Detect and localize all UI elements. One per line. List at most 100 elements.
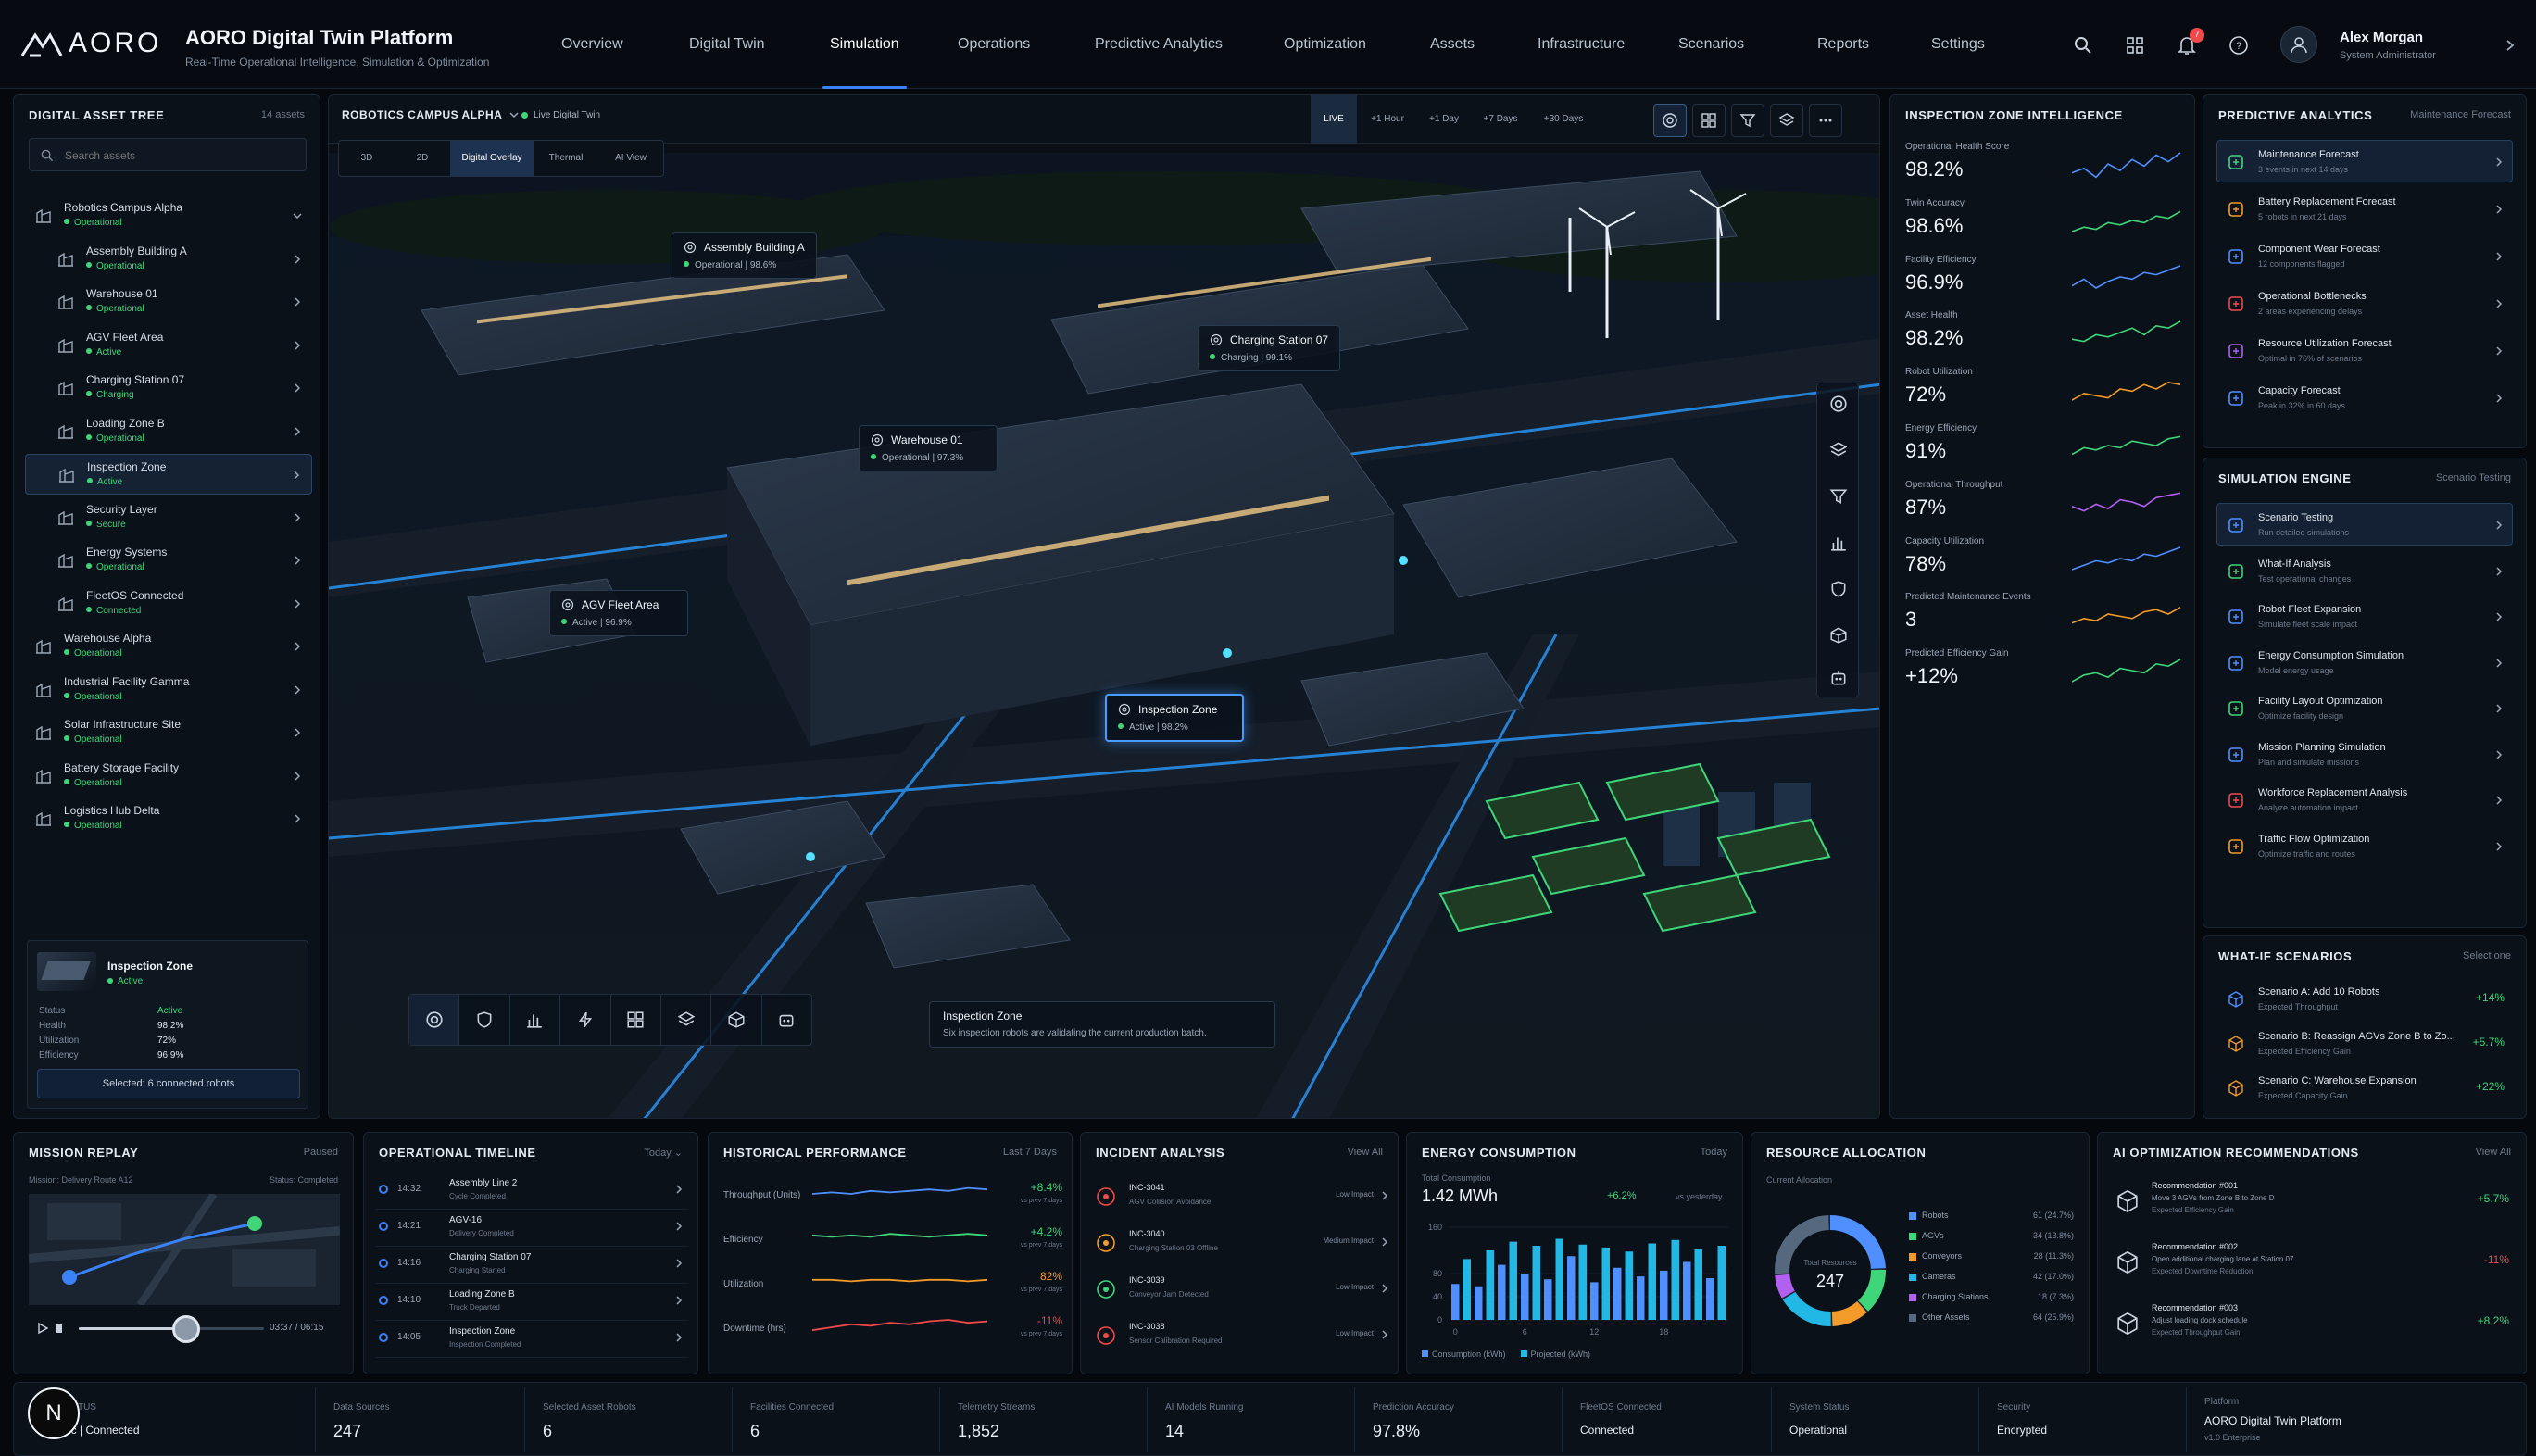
sim-item[interactable]: Mission Planning Simulation Plan and simu…: [2216, 733, 2513, 775]
nav-assets[interactable]: Assets: [1430, 0, 1475, 89]
view-tab[interactable]: Thermal: [534, 141, 598, 176]
incident-item[interactable]: INC-3040 Charging Station 03 Offline Mediu…: [1092, 1222, 1390, 1264]
timeline-item[interactable]: 14:05 Inspection Zone Inspection Completed: [375, 1324, 688, 1359]
view-tab[interactable]: 2D: [395, 141, 450, 176]
time-button[interactable]: +30 Days: [1531, 95, 1596, 144]
user-avatar[interactable]: [2280, 26, 2317, 63]
view-tab[interactable]: AI View: [598, 141, 663, 176]
chevron-right-icon[interactable]: [2493, 204, 2505, 215]
time-button[interactable]: +1 Hour: [1357, 95, 1418, 144]
layers-icon[interactable]: [1829, 441, 1848, 459]
location-dropdown[interactable]: ROBOTICS CAMPUS ALPHA: [342, 108, 519, 121]
chevron-right-icon[interactable]: [2493, 520, 2505, 531]
asset-label-tag[interactable]: Charging Station 07 Charging | 99.1%: [1198, 325, 1341, 371]
ai-recommendation[interactable]: Recommendation #003 Adjust loading dock s…: [2111, 1298, 2515, 1353]
target-tool[interactable]: [409, 995, 460, 1045]
chevron-right-icon[interactable]: [292, 512, 303, 523]
chevron-right-icon[interactable]: [1379, 1329, 1390, 1340]
incident-item[interactable]: INC-3039 Conveyor Jam Detected Low Impact: [1092, 1268, 1390, 1311]
energy-range[interactable]: Today: [1701, 1147, 1727, 1158]
filter-button[interactable]: [1731, 104, 1764, 137]
chevron-right-icon[interactable]: [2493, 611, 2505, 622]
grid-tool[interactable]: [611, 995, 661, 1045]
chevron-right-icon[interactable]: [292, 813, 303, 824]
predictive-item[interactable]: Component Wear Forecast 12 components fla…: [2216, 234, 2513, 277]
predictive-item[interactable]: Capacity Forecast Peak in 32% in 60 days: [2216, 376, 2513, 419]
layers-tool[interactable]: [661, 995, 712, 1045]
whatif-item[interactable]: Scenario C: Warehouse Expansion Expected …: [2216, 1066, 2513, 1109]
chevron-right-icon[interactable]: [1379, 1283, 1390, 1294]
cube-tool[interactable]: [711, 995, 762, 1045]
nav-predictive-analytics[interactable]: Predictive Analytics: [1095, 0, 1223, 89]
nav-optimization[interactable]: Optimization: [1284, 0, 1366, 89]
nav-settings[interactable]: Settings: [1931, 0, 1985, 89]
timeline-filter[interactable]: Today ⌄: [644, 1147, 683, 1159]
ai-recommendation[interactable]: Recommendation #001 Move 3 AGVs from Zone…: [2111, 1175, 2515, 1231]
predictive-item[interactable]: Resource Utilization Forecast Optimal in …: [2216, 329, 2513, 371]
nav-digital-twin[interactable]: Digital Twin: [689, 0, 765, 89]
tree-item[interactable]: Assembly Building A Operational: [25, 239, 312, 280]
whatif-item[interactable]: Scenario A: Add 10 Robots Expected Throug…: [2216, 977, 2513, 1020]
chevron-right-icon[interactable]: [2493, 703, 2505, 714]
chevron-right-icon[interactable]: [292, 771, 303, 782]
layers-button[interactable]: [1770, 104, 1803, 137]
chevron-right-icon[interactable]: [673, 1332, 684, 1343]
chevron-right-icon[interactable]: [2493, 157, 2505, 168]
play-icon[interactable]: [36, 1322, 49, 1335]
nav-operations[interactable]: Operations: [958, 0, 1030, 89]
sim-action[interactable]: Scenario Testing: [2436, 472, 2511, 483]
chevron-right-icon[interactable]: [2493, 345, 2505, 357]
chevron-right-icon[interactable]: [292, 340, 303, 351]
asset-label-tag[interactable]: Warehouse 01 Operational | 97.3%: [859, 425, 998, 471]
chevron-right-icon[interactable]: [2493, 298, 2505, 309]
timeline-item[interactable]: 14:16 Charging Station 07 Charging Started: [375, 1249, 688, 1285]
tree-item[interactable]: FleetOS Connected Connected: [25, 584, 312, 624]
filter-icon[interactable]: [1829, 487, 1848, 506]
chevron-right-icon[interactable]: [673, 1258, 684, 1269]
chevron-right-icon[interactable]: [2493, 841, 2505, 852]
chevron-right-icon[interactable]: [292, 426, 303, 437]
sim-item[interactable]: Robot Fleet Expansion Simulate fleet scal…: [2216, 595, 2513, 637]
asset-label-tag[interactable]: AGV Fleet Area Active | 96.9%: [549, 590, 688, 636]
target-icon[interactable]: [1829, 395, 1848, 413]
sim-item[interactable]: Facility Layout Optimization Optimize fac…: [2216, 686, 2513, 729]
tree-item[interactable]: Robotics Campus Alpha Operational: [25, 195, 312, 236]
chevron-right-icon[interactable]: [292, 383, 303, 394]
tree-item[interactable]: AGV Fleet Area Active: [25, 325, 312, 366]
view-tab[interactable]: Digital Overlay: [450, 141, 534, 176]
chevron-right-icon[interactable]: [2493, 251, 2505, 262]
tree-item[interactable]: Charging Station 07 Charging: [25, 368, 312, 408]
nav-reports[interactable]: Reports: [1817, 0, 1869, 89]
tree-item[interactable]: Industrial Facility Gamma Operational: [25, 670, 312, 710]
shield-icon[interactable]: [1829, 580, 1848, 598]
tree-item[interactable]: Warehouse 01 Operational: [25, 282, 312, 322]
nav-overview[interactable]: Overview: [561, 0, 623, 89]
assistant-badge[interactable]: N: [28, 1387, 80, 1439]
connected-robots-button[interactable]: Selected: 6 connected robots: [37, 1069, 300, 1098]
replay-scrubber-handle[interactable]: [172, 1315, 200, 1343]
view-tab[interactable]: 3D: [339, 141, 395, 176]
ai-recommendation[interactable]: Recommendation #002 Open additional charg…: [2111, 1236, 2515, 1292]
timeline-item[interactable]: 14:21 AGV-16 Delivery Completed: [375, 1212, 688, 1248]
sim-item[interactable]: Workforce Replacement Analysis Analyze au…: [2216, 778, 2513, 821]
chevron-right-icon[interactable]: [292, 641, 303, 652]
tree-item[interactable]: Energy Systems Operational: [25, 540, 312, 581]
tree-item[interactable]: Battery Storage Facility Operational: [25, 756, 312, 797]
chevron-right-icon[interactable]: [292, 254, 303, 265]
whatif-item[interactable]: Scenario B: Reassign AGVs Zone B to Zo..…: [2216, 1022, 2513, 1064]
tree-item[interactable]: Logistics Hub Delta Operational: [25, 798, 312, 839]
predictive-action[interactable]: Maintenance Forecast: [2410, 109, 2511, 120]
nav-scenarios[interactable]: Scenarios: [1678, 0, 1744, 89]
chevron-right-icon[interactable]: [2493, 393, 2505, 404]
chevron-right-icon[interactable]: [292, 598, 303, 609]
apps-grid-icon[interactable]: [2125, 35, 2145, 56]
incident-item[interactable]: INC-3041 AGV Collision Avoidance Low Impac…: [1092, 1175, 1390, 1218]
chevron-right-icon[interactable]: [673, 1221, 684, 1232]
bar-chart-icon[interactable]: [1829, 533, 1848, 552]
search-icon[interactable]: [2073, 35, 2093, 56]
chevron-right-icon[interactable]: [673, 1184, 684, 1195]
chevron-right-icon[interactable]: [1379, 1236, 1390, 1248]
target-view-button[interactable]: [1653, 104, 1687, 137]
predictive-item[interactable]: Maintenance Forecast 3 events in next 14 …: [2216, 140, 2513, 182]
user-menu-chevron-icon[interactable]: [2505, 39, 2516, 52]
